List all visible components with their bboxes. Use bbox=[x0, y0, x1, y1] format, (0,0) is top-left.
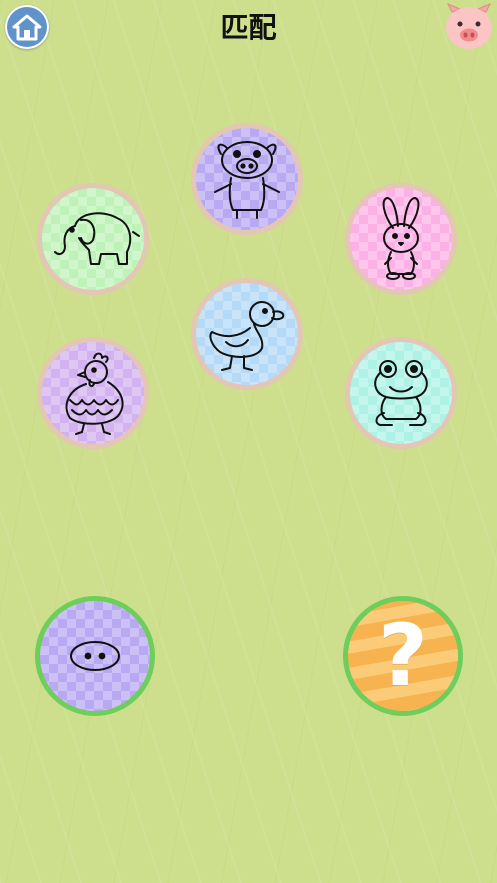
elephant-icon bbox=[54, 212, 140, 265]
animal-card-elephant[interactable] bbox=[37, 183, 149, 295]
pig-icon bbox=[214, 141, 280, 219]
animal-card-frog[interactable] bbox=[345, 337, 457, 449]
clue-card-pig-nose bbox=[35, 596, 155, 716]
rabbit-icon bbox=[382, 197, 420, 280]
question-mark: ? bbox=[378, 606, 428, 706]
animal-card-duck[interactable] bbox=[191, 278, 303, 390]
home-button[interactable] bbox=[5, 5, 49, 49]
home-icon bbox=[12, 14, 42, 41]
page-title: 匹配 bbox=[220, 11, 277, 44]
duck-icon bbox=[209, 301, 285, 371]
answer-slot[interactable]: ? bbox=[343, 596, 463, 716]
animal-card-chicken[interactable] bbox=[37, 337, 149, 449]
pig-nose-icon bbox=[70, 641, 120, 671]
pig-avatar-button[interactable] bbox=[444, 2, 494, 50]
animal-card-pig[interactable] bbox=[191, 123, 303, 235]
pig-face-icon bbox=[446, 3, 492, 49]
frog-icon bbox=[374, 360, 428, 426]
chicken-icon bbox=[65, 352, 124, 435]
animal-card-rabbit[interactable] bbox=[345, 183, 457, 295]
